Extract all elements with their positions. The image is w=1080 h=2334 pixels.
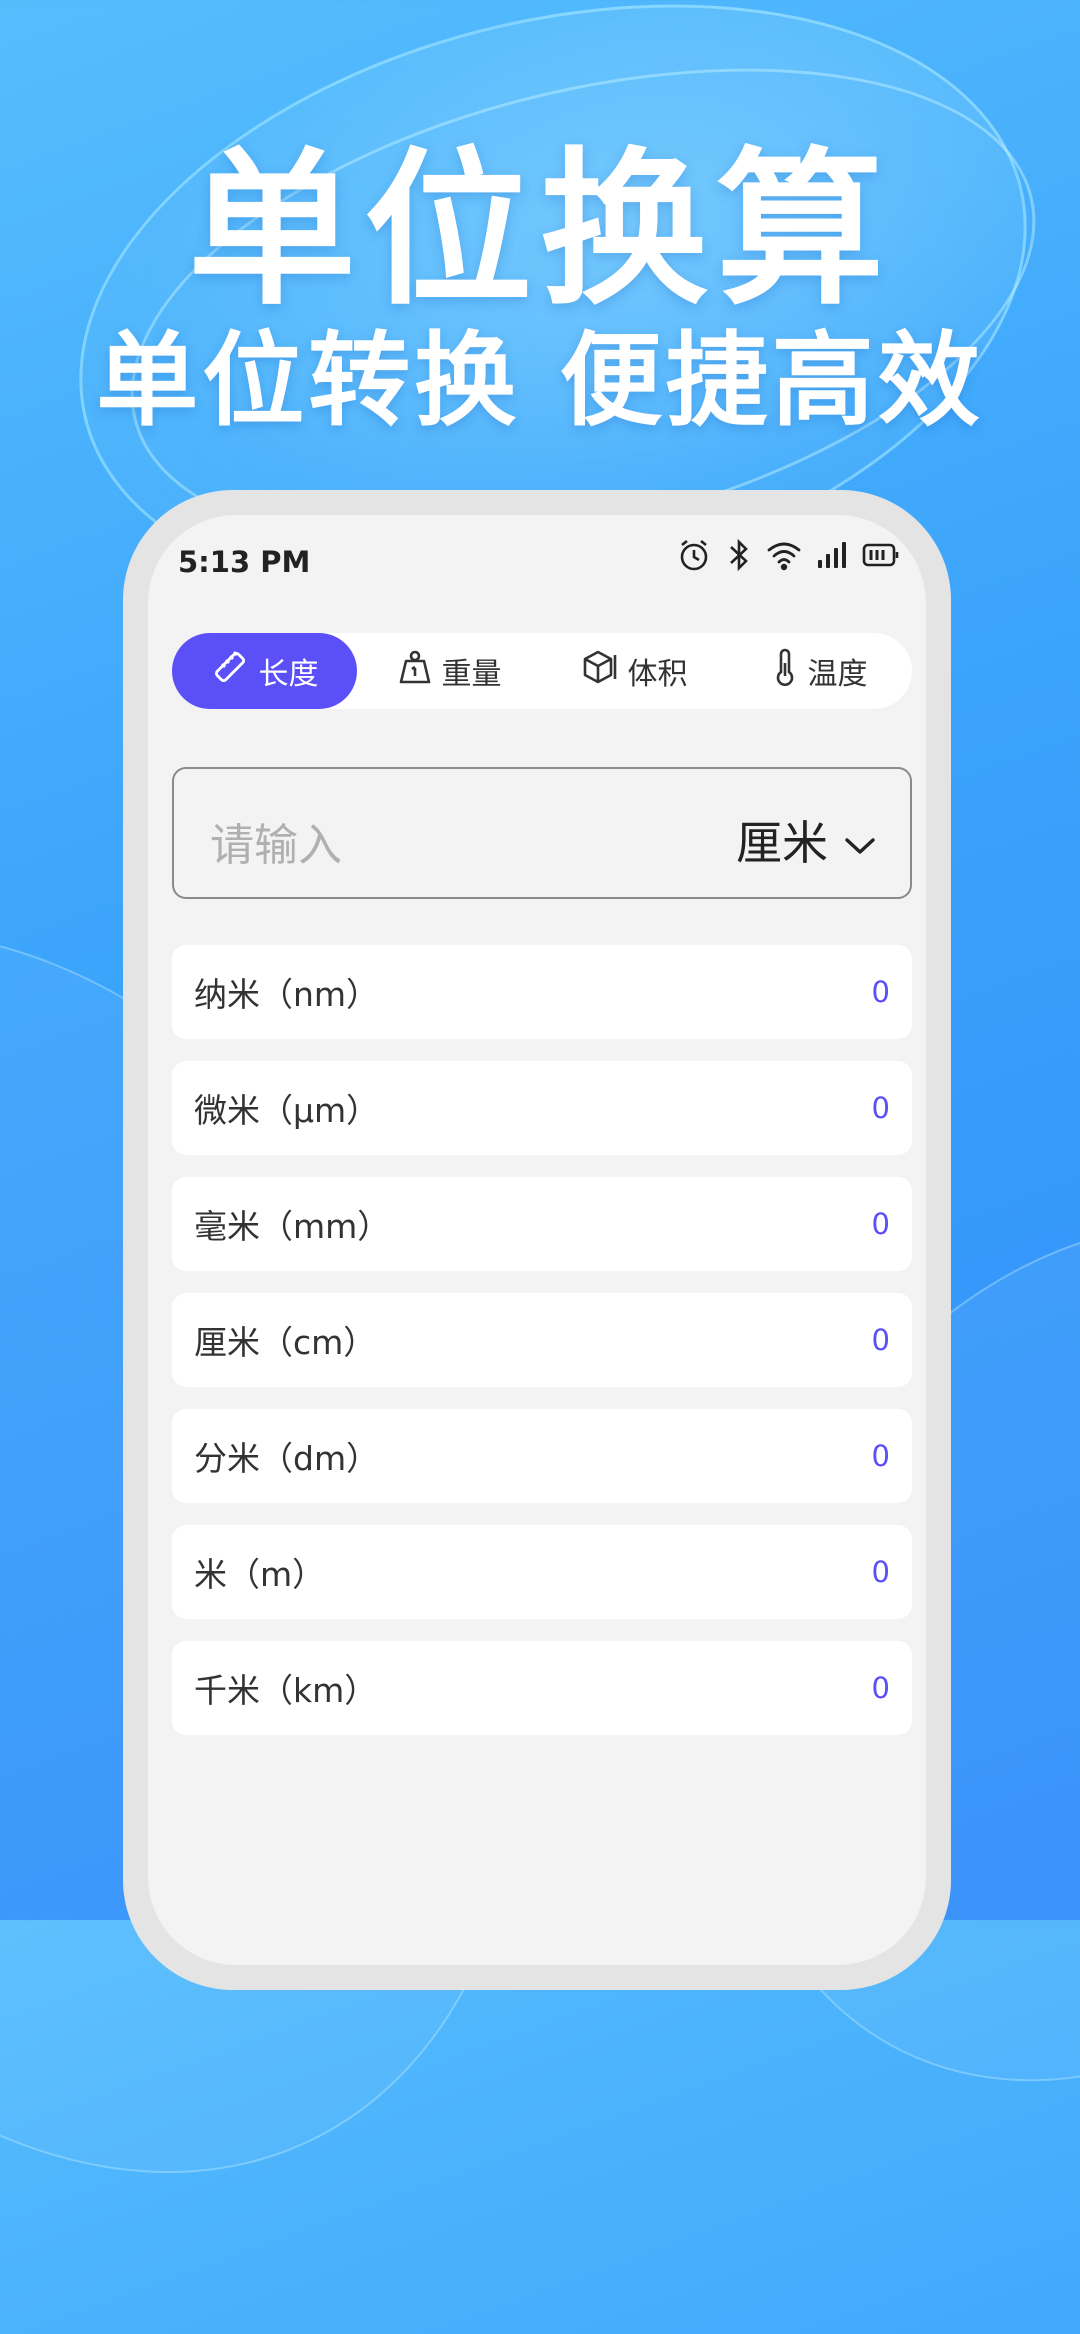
hero-title: 单位换算 <box>188 132 892 328</box>
tab-length[interactable]: 长度 <box>172 633 357 709</box>
tab-label: 重量 <box>441 657 502 692</box>
unit-label: 厘米（cm） <box>194 1323 377 1362</box>
list-item: 米（m） 0 <box>172 1525 912 1619</box>
unit-value: 0 <box>871 1555 890 1589</box>
ruler-icon <box>211 648 249 694</box>
wifi-icon <box>766 539 802 571</box>
value-input-placeholder: 请输入 <box>210 820 342 871</box>
category-tabs: 长度 重量 体积 温度 <box>172 633 912 709</box>
thermometer-icon <box>772 648 798 694</box>
tab-weight[interactable]: 重量 <box>357 633 542 709</box>
unit-label: 毫米（mm） <box>194 1207 391 1246</box>
unit-label: 分米（dm） <box>194 1439 380 1478</box>
unit-label: 米（m） <box>194 1555 326 1594</box>
signal-icon <box>816 540 848 570</box>
list-item: 千米（km） 0 <box>172 1641 912 1735</box>
hero-subtitle: 单位转换 便捷高效 <box>96 322 984 441</box>
tab-label: 温度 <box>807 657 868 692</box>
tab-label: 长度 <box>258 657 319 692</box>
list-item: 毫米（mm） 0 <box>172 1177 912 1271</box>
unit-label: 微米（μm） <box>194 1091 380 1130</box>
unit-value: 0 <box>871 1439 890 1473</box>
unit-select-value: 厘米 <box>736 816 828 870</box>
weight-icon <box>398 649 432 693</box>
status-icons <box>676 537 900 573</box>
unit-value: 0 <box>871 975 890 1009</box>
battery-icon <box>862 542 900 568</box>
list-item: 纳米（nm） 0 <box>172 945 912 1039</box>
phone-screen: 5:13 PM 长度 重量 体积 温度 请输入 厘米 纳米（nm） 0 微米（μ… <box>148 515 926 1965</box>
bluetooth-icon <box>726 537 752 573</box>
unit-value: 0 <box>871 1323 890 1357</box>
tab-label: 体积 <box>627 657 688 692</box>
value-input[interactable]: 请输入 厘米 <box>172 767 912 899</box>
cube-icon <box>582 649 618 693</box>
tab-temperature[interactable]: 温度 <box>727 633 912 709</box>
status-time: 5:13 PM <box>178 545 311 579</box>
list-item: 厘米（cm） 0 <box>172 1293 912 1387</box>
unit-value: 0 <box>871 1671 890 1705</box>
results-list: 纳米（nm） 0 微米（μm） 0 毫米（mm） 0 厘米（cm） 0 分米（d… <box>172 945 912 1757</box>
list-item: 微米（μm） 0 <box>172 1061 912 1155</box>
unit-label: 纳米（nm） <box>194 975 380 1014</box>
list-item: 分米（dm） 0 <box>172 1409 912 1503</box>
chevron-down-icon <box>844 813 876 867</box>
tab-volume[interactable]: 体积 <box>542 633 727 709</box>
alarm-icon <box>676 537 712 573</box>
unit-label: 千米（km） <box>194 1671 378 1710</box>
unit-value: 0 <box>871 1091 890 1125</box>
unit-select[interactable]: 厘米 <box>736 807 876 873</box>
unit-value: 0 <box>871 1207 890 1241</box>
